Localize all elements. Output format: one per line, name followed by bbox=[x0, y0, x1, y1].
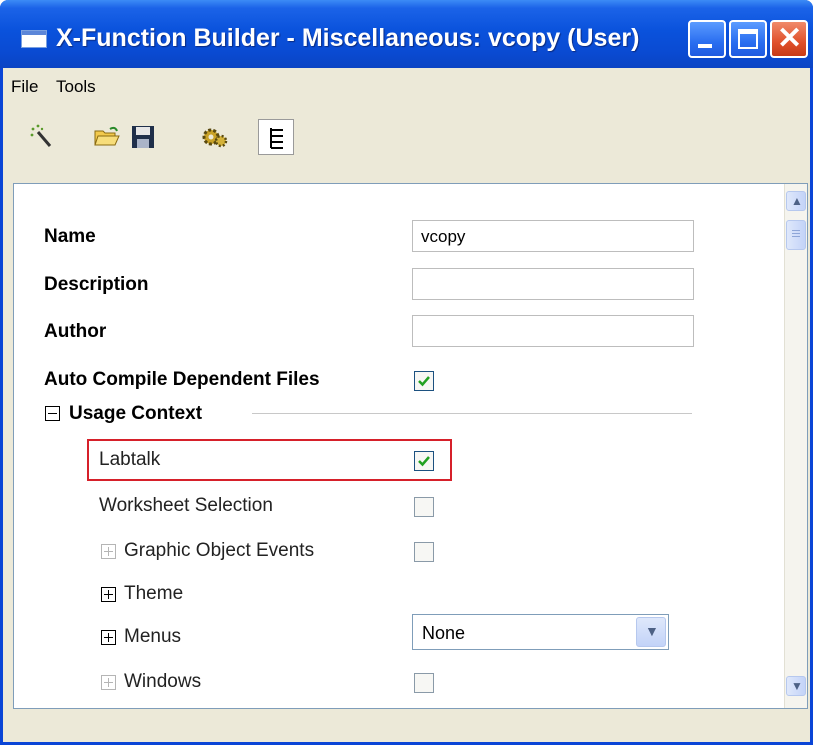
expand-all-icon[interactable] bbox=[101, 630, 116, 645]
worksheet-selection-checkbox[interactable] bbox=[414, 497, 434, 517]
labtalk-label: Labtalk bbox=[99, 449, 161, 470]
property-grid: Name vcopy Description Author Auto Compi… bbox=[13, 183, 808, 709]
open-button[interactable] bbox=[89, 119, 125, 155]
checkmark-icon bbox=[418, 456, 430, 467]
close-icon: ✕ bbox=[777, 22, 803, 55]
menus-select-value: None bbox=[422, 623, 466, 643]
description-label: Description bbox=[44, 274, 149, 295]
menu-file[interactable]: File bbox=[11, 77, 38, 97]
maximize-button[interactable] bbox=[729, 20, 767, 58]
chevron-down-icon: ▼ bbox=[645, 623, 659, 639]
usage-context-label: Usage Context bbox=[69, 403, 203, 424]
tree-view-button[interactable] bbox=[258, 119, 294, 155]
name-field[interactable]: vcopy bbox=[412, 220, 694, 252]
open-folder-icon bbox=[94, 126, 120, 146]
maximize-icon bbox=[738, 29, 758, 49]
graphic-object-events-label: Graphic Object Events bbox=[124, 540, 315, 561]
window-title: X-Function Builder - Miscellaneous: vcop… bbox=[56, 24, 640, 52]
scroll-up-button[interactable]: ▲ bbox=[786, 191, 806, 211]
description-field[interactable] bbox=[412, 268, 694, 300]
author-field[interactable] bbox=[412, 315, 694, 347]
expand-icon[interactable] bbox=[101, 587, 116, 602]
menu-bar: File Tools bbox=[3, 68, 810, 102]
theme-label: Theme bbox=[124, 583, 184, 604]
save-disk-icon bbox=[132, 126, 154, 148]
minimize-icon bbox=[698, 44, 712, 48]
checkmark-icon bbox=[418, 376, 430, 387]
vertical-scrollbar[interactable]: ▲ ▼ bbox=[784, 184, 807, 708]
expand-icon[interactable] bbox=[101, 675, 116, 690]
scroll-thumb[interactable] bbox=[786, 220, 806, 250]
section-divider bbox=[252, 413, 692, 414]
worksheet-selection-label: Worksheet Selection bbox=[99, 495, 273, 516]
menu-tools[interactable]: Tools bbox=[56, 77, 96, 97]
close-button[interactable]: ✕ bbox=[770, 20, 808, 58]
minimize-button[interactable] bbox=[688, 20, 726, 58]
toolbar bbox=[3, 110, 810, 168]
windows-label: Windows bbox=[124, 671, 202, 692]
compile-gear-icon bbox=[202, 128, 228, 148]
title-bar[interactable]: X-Function Builder - Miscellaneous: vcop… bbox=[0, 0, 813, 68]
auto-compile-label: Auto Compile Dependent Files bbox=[44, 369, 320, 390]
save-button[interactable] bbox=[125, 119, 161, 155]
chevron-down-icon: ▼ bbox=[791, 679, 803, 693]
new-wand-button[interactable] bbox=[24, 119, 60, 155]
collapse-icon[interactable] bbox=[45, 406, 60, 421]
dropdown-button[interactable]: ▼ bbox=[636, 617, 666, 647]
graphic-object-events-checkbox[interactable] bbox=[414, 542, 434, 562]
new-wand-icon bbox=[30, 124, 52, 147]
chevron-up-icon: ▲ bbox=[791, 194, 803, 208]
windows-checkbox[interactable] bbox=[414, 673, 434, 693]
labtalk-checkbox[interactable] bbox=[414, 451, 434, 471]
auto-compile-checkbox[interactable] bbox=[414, 371, 434, 391]
window-app-icon bbox=[21, 30, 47, 48]
menus-label: Menus bbox=[124, 626, 182, 647]
name-label: Name bbox=[44, 226, 96, 247]
compile-button[interactable] bbox=[196, 119, 232, 155]
menus-select[interactable]: None ▼ bbox=[412, 614, 669, 650]
author-label: Author bbox=[44, 321, 107, 342]
expand-icon[interactable] bbox=[101, 544, 116, 559]
scroll-down-button[interactable]: ▼ bbox=[786, 676, 806, 696]
x-function-builder-window: X-Function Builder - Miscellaneous: vcop… bbox=[0, 0, 813, 745]
tree-view-icon bbox=[270, 128, 283, 149]
